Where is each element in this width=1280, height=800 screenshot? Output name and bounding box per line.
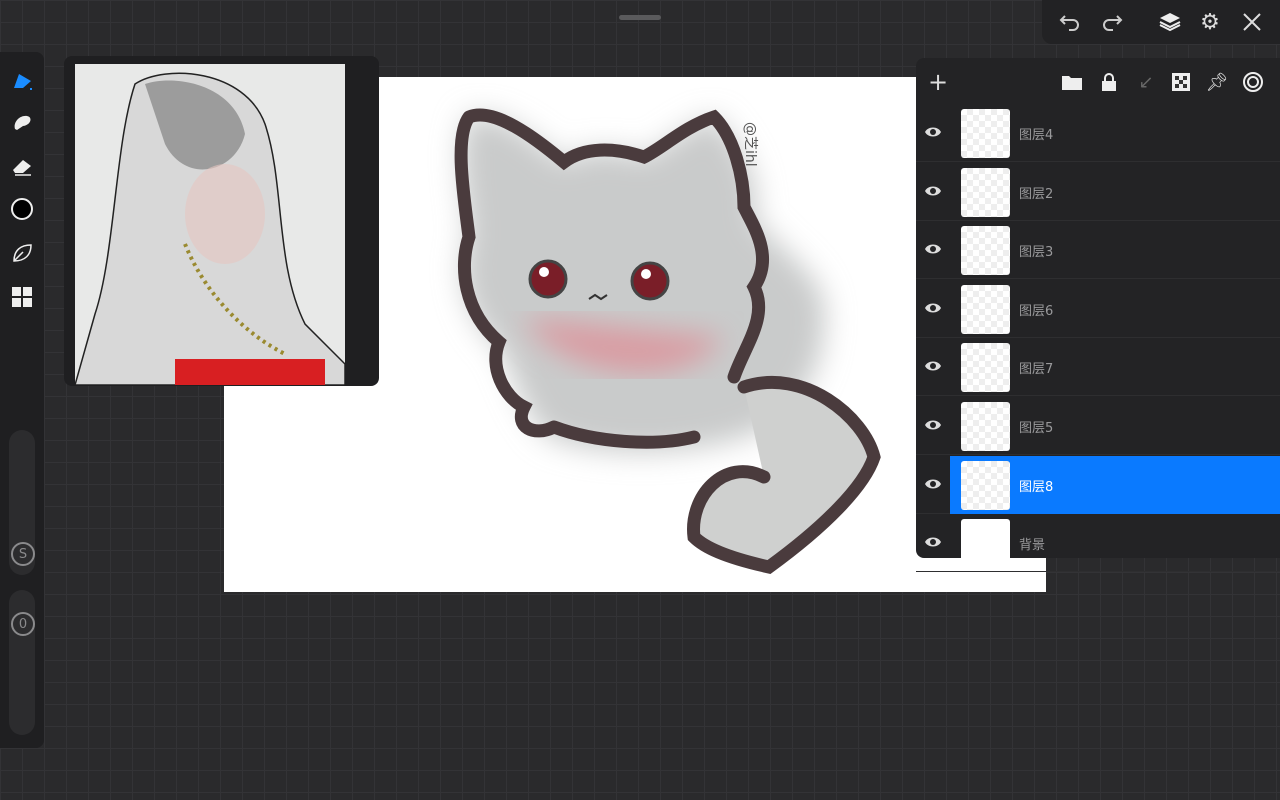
layer-row[interactable]: 图层3 [916, 221, 1280, 280]
reference-target-icon[interactable] [1242, 71, 1264, 93]
layer-thumbnail [961, 402, 1010, 451]
layer-name: 图层3 [1019, 245, 1054, 261]
layers-panel: + ↙ 📌︎ 图层4 图层2 图层3 图层6 图层7 图层5 图层8 背景 [916, 58, 1280, 573]
opacity-button[interactable]: 0 [11, 612, 35, 636]
gallery-grid-icon[interactable] [10, 285, 34, 309]
brush-icon[interactable] [10, 68, 34, 92]
eye-icon[interactable] [924, 123, 942, 141]
eye-icon[interactable] [924, 533, 942, 551]
reference-image [75, 64, 345, 385]
layer-row[interactable]: 图层7 [916, 338, 1280, 397]
layer-name: 图层5 [1019, 421, 1054, 436]
layer-name: 图层7 [1019, 362, 1054, 378]
close-icon[interactable] [1240, 10, 1264, 34]
drag-handle[interactable] [619, 15, 661, 20]
leaf-icon[interactable] [10, 241, 34, 265]
layer-row[interactable]: 图层2 [916, 163, 1280, 221]
layer-row[interactable]: 图层4 [916, 104, 1280, 162]
left-toolbar: S 0 [0, 52, 44, 748]
layer-thumbnail [961, 167, 1010, 217]
layer-name: 图层4 [1019, 128, 1054, 143]
signature: @芝ihl [742, 122, 758, 167]
eye-icon[interactable] [924, 357, 942, 375]
size-button[interactable]: S [11, 542, 35, 566]
layer-thumbnail [961, 519, 1010, 569]
layer-thumbnail [961, 284, 1010, 334]
layer-row[interactable]: 图层5 [916, 397, 1280, 455]
gear-icon[interactable]: ⚙ [1198, 10, 1222, 35]
layers-icon[interactable] [1158, 10, 1182, 34]
eye-icon[interactable] [924, 182, 942, 200]
eye-icon[interactable] [924, 299, 942, 317]
layer-thumbnail [961, 343, 1010, 393]
eye-icon[interactable] [924, 240, 942, 258]
layer-name: 图层8 [1019, 479, 1054, 495]
folder-icon[interactable] [1061, 71, 1083, 93]
add-layer-button[interactable]: + [927, 68, 949, 96]
top-toolbar: ⚙ [1042, 0, 1280, 44]
lock-icon[interactable] [1098, 71, 1120, 93]
color-swatch[interactable] [10, 197, 34, 221]
layer-row[interactable]: 图层8 [916, 455, 1280, 514]
layer-name: 图层6 [1019, 303, 1054, 319]
layer-name: 图层2 [1019, 186, 1054, 202]
smudge-icon[interactable] [10, 110, 34, 134]
eye-icon[interactable] [924, 475, 942, 493]
alpha-lock-icon[interactable] [1170, 71, 1192, 93]
pin-icon[interactable]: 📌︎ [1206, 71, 1229, 93]
layer-row[interactable]: 图层6 [916, 280, 1280, 338]
layer-thumbnail [961, 226, 1010, 276]
layer-thumbnail [961, 109, 1010, 158]
layer-name: 背景 [1019, 538, 1046, 554]
layer-thumbnail [961, 460, 1010, 510]
eraser-icon[interactable] [10, 154, 34, 178]
merge-down-icon[interactable]: ↙ [1135, 71, 1157, 93]
layer-row[interactable]: 背景 [916, 514, 1280, 573]
redo-icon[interactable] [1100, 10, 1124, 34]
reference-window[interactable] [64, 56, 379, 386]
undo-icon[interactable] [1058, 10, 1082, 34]
eye-icon[interactable] [924, 416, 942, 434]
